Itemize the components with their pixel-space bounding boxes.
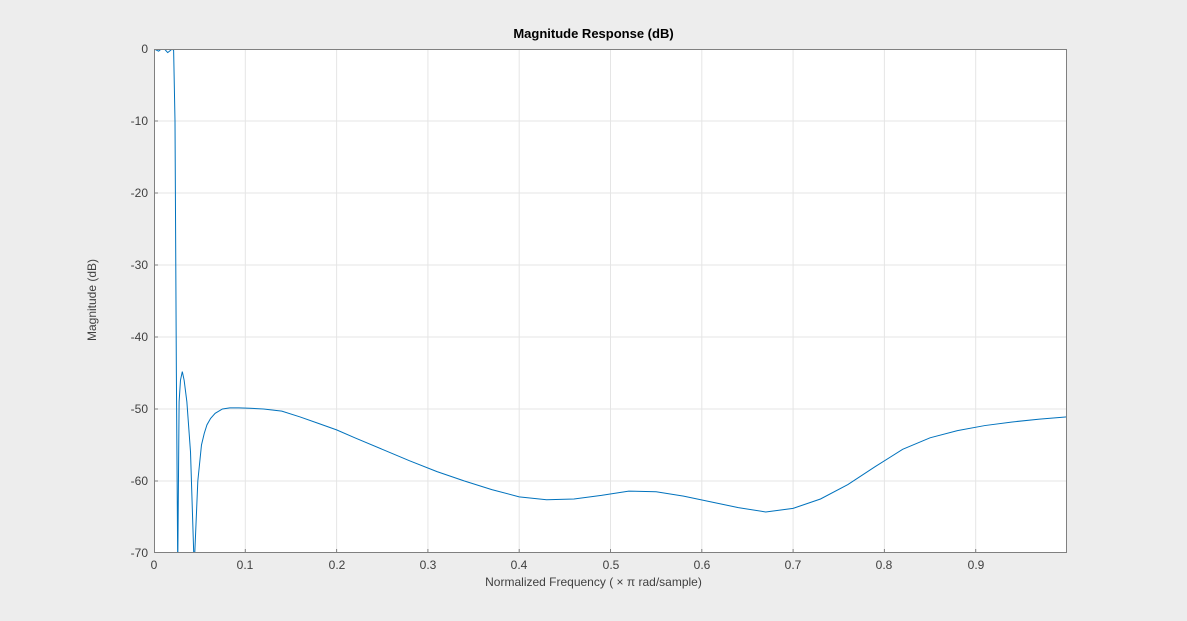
x-tick-label: 0.8 [876, 558, 893, 572]
grid-lines [154, 49, 1067, 553]
y-tick-label: -20 [131, 186, 148, 200]
y-tick-label: -30 [131, 258, 148, 272]
y-tick-label: 0 [141, 42, 148, 56]
x-tick-label: 0.3 [420, 558, 437, 572]
x-tick-label: 0.9 [968, 558, 985, 572]
y-tick-label: -10 [131, 114, 148, 128]
y-tick-label: -50 [131, 402, 148, 416]
x-axis-label: Normalized Frequency ( × π rad/sample) [0, 575, 1187, 589]
x-tick-label: 0.1 [237, 558, 254, 572]
x-tick-label: 0 [151, 558, 158, 572]
x-tick-label: 0.5 [603, 558, 620, 572]
x-tick-label: 0.7 [785, 558, 802, 572]
figure-window: Magnitude Response (dB) Magnitude (dB) N… [0, 0, 1187, 621]
y-tick-label: -70 [131, 546, 148, 560]
plot-axes[interactable] [154, 49, 1067, 553]
y-tick-label: -40 [131, 330, 148, 344]
chart-title: Magnitude Response (dB) [0, 26, 1187, 41]
y-tick-label: -60 [131, 474, 148, 488]
y-axis-label: Magnitude (dB) [85, 259, 99, 341]
x-tick-label: 0.6 [694, 558, 711, 572]
x-tick-label: 0.4 [511, 558, 528, 572]
x-tick-label: 0.2 [329, 558, 346, 572]
